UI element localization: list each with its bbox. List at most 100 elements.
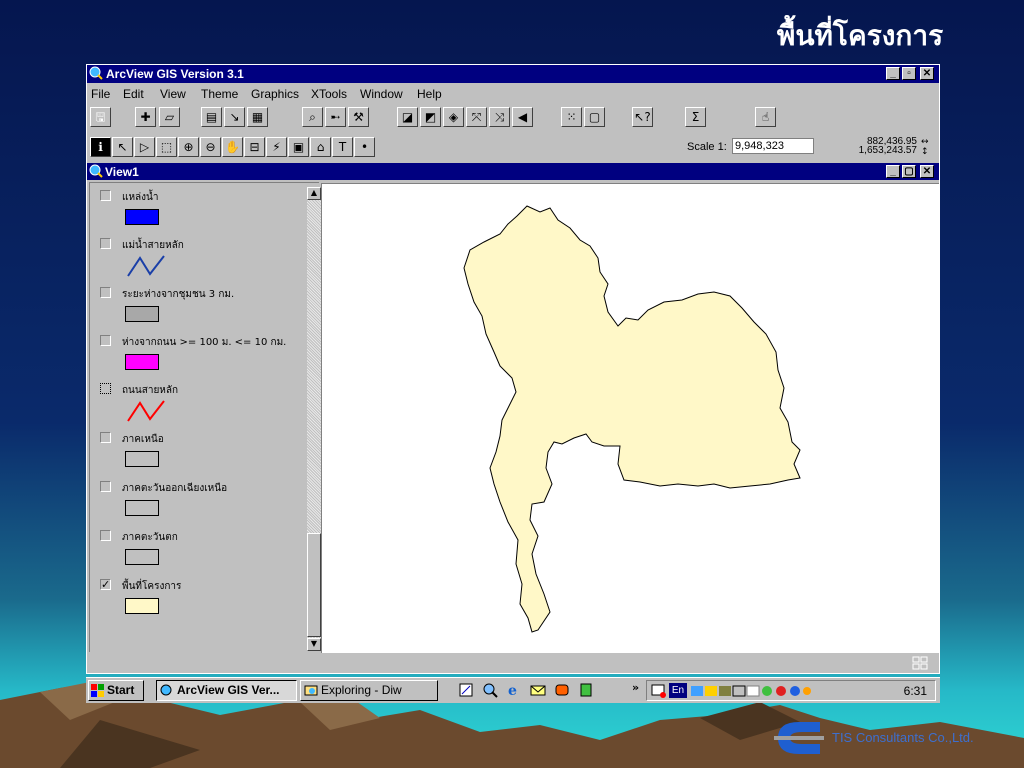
coordinate-arrows-icon: ↔ ↕ — [921, 137, 929, 157]
pan-tool-icon[interactable]: ✋ — [222, 137, 243, 157]
zoom-previous-button[interactable]: ◀ — [512, 107, 533, 127]
layer-checkbox[interactable] — [100, 335, 111, 346]
hotlink-tool-icon[interactable]: ⚡ — [266, 137, 287, 157]
area-of-interest-tool-icon[interactable]: ▣ — [288, 137, 309, 157]
line-symbol — [127, 255, 165, 277]
hotlink-button[interactable]: ☝ — [755, 107, 776, 127]
add-theme-button[interactable]: ✚ — [135, 107, 156, 127]
coord-y: 1,653,243.57 — [858, 145, 917, 156]
fill-swatch — [125, 500, 159, 516]
layer-checkbox[interactable] — [100, 287, 111, 298]
text-tool-icon[interactable]: T — [332, 137, 353, 157]
task-explorer[interactable]: Exploring - Diw — [300, 680, 438, 701]
quicklaunch-ie-icon[interactable]: e — [506, 682, 522, 699]
layer-name: ภาคเหนือ — [122, 434, 164, 445]
menu-window[interactable]: Window — [360, 87, 403, 101]
arcview-globe-icon — [89, 66, 103, 80]
identify-tool-icon[interactable]: ℹ — [90, 137, 111, 157]
vertex-edit-tool-icon[interactable]: ▷ — [134, 137, 155, 157]
layer-checkbox-checked[interactable]: ✓ — [100, 579, 111, 590]
layer-road-distance[interactable]: ห่างจากถนน >= 100 ม. <= 10 กม. — [96, 332, 296, 380]
quicklaunch-find-icon[interactable] — [482, 682, 498, 698]
layer-north-region[interactable]: ภาคเหนือ — [96, 429, 296, 477]
zoom-out-tool-icon[interactable]: ⊖ — [200, 137, 221, 157]
view-titlebar[interactable]: View1 _ ▢ ✕ — [87, 163, 939, 180]
fill-swatch — [125, 209, 159, 225]
layer-community-buffer[interactable]: ระยะห่างจากชุมชน 3 กม. — [96, 284, 296, 332]
zoom-in-tool-icon[interactable]: ⊕ — [178, 137, 199, 157]
menu-graphics[interactable]: Graphics — [251, 87, 299, 101]
menu-theme[interactable]: Theme — [201, 87, 238, 101]
menu-xtools[interactable]: XTools — [311, 87, 347, 101]
zoom-out-button[interactable]: ⤨ — [489, 107, 510, 127]
map-display[interactable] — [321, 183, 939, 653]
taskbar-overflow-icon[interactable]: » — [632, 681, 639, 694]
restore-button[interactable]: ▫ — [902, 67, 916, 80]
task-arcview[interactable]: ArcView GIS Ver... — [156, 680, 297, 701]
language-indicator[interactable]: En — [669, 683, 687, 698]
quicklaunch-channel-icon[interactable] — [554, 682, 570, 698]
zoom-in-button[interactable]: ⤧ — [466, 107, 487, 127]
open-table-button[interactable]: ▦ — [247, 107, 268, 127]
view-minimize-button[interactable]: _ — [886, 165, 900, 178]
menu-view[interactable]: View — [160, 87, 186, 101]
layer-checkbox[interactable] — [100, 238, 111, 249]
menu-edit[interactable]: Edit — [123, 87, 144, 101]
layer-west-region[interactable]: ภาคตะวันตก — [96, 527, 296, 575]
measure-tool-icon[interactable]: ⊟ — [244, 137, 265, 157]
menu-file[interactable]: File — [91, 87, 110, 101]
view-title: View1 — [105, 165, 139, 179]
scroll-thumb[interactable] — [307, 533, 321, 637]
quicklaunch-app-icon[interactable] — [578, 682, 594, 698]
layer-checkbox[interactable] — [100, 530, 111, 541]
layer-checkbox[interactable] — [100, 190, 111, 201]
layer-checkbox[interactable] — [100, 481, 111, 492]
view-close-button[interactable]: ✕ — [920, 165, 934, 178]
edit-legend-button[interactable]: ↘ — [224, 107, 245, 127]
layer-water-bodies[interactable]: แหล่งน้ำ — [96, 187, 296, 235]
layer-project-area[interactable]: ✓ พื้นที่โครงการ — [96, 576, 296, 624]
fill-swatch — [125, 598, 159, 614]
fill-swatch — [125, 451, 159, 467]
pointer-tool-icon[interactable]: ↖ — [112, 137, 133, 157]
taskbar-clock: 6:31 — [903, 684, 927, 698]
legend-scrollbar[interactable]: ▲ ▼ — [307, 187, 321, 651]
draw-point-tool-icon[interactable]: • — [354, 137, 375, 157]
minimize-button[interactable]: _ — [886, 67, 900, 80]
scale-input[interactable]: 9,948,323 — [732, 138, 814, 154]
layer-checkbox[interactable] — [100, 432, 111, 443]
query-builder-button[interactable]: ⚒ — [348, 107, 369, 127]
close-button[interactable]: ✕ — [920, 67, 934, 80]
resize-grip-icon[interactable] — [912, 656, 928, 670]
save-project-button[interactable]: 🖫 — [90, 107, 111, 127]
scroll-up-button[interactable]: ▲ — [307, 187, 321, 200]
layer-main-rivers[interactable]: แม่น้ำสายหลัก — [96, 235, 296, 283]
summarize-button[interactable]: Σ — [685, 107, 706, 127]
layer-checkbox[interactable] — [100, 383, 111, 394]
label-tool-icon[interactable]: ⌂ — [310, 137, 331, 157]
zoom-to-themes-button[interactable]: ◩ — [420, 107, 441, 127]
help-button[interactable]: ↖? — [632, 107, 653, 127]
zoom-full-extent-button[interactable]: ◪ — [397, 107, 418, 127]
app-titlebar[interactable]: ArcView GIS Version 3.1 _ ▫ ✕ — [87, 65, 939, 83]
start-button[interactable]: Start — [88, 680, 144, 701]
theme-on-off-button[interactable]: ▱ — [159, 107, 180, 127]
quicklaunch-desktop-icon[interactable] — [458, 682, 474, 698]
scroll-down-button[interactable]: ▼ — [307, 638, 321, 651]
status-bar — [87, 653, 939, 673]
select-by-theme-button[interactable]: ⁙ — [561, 107, 582, 127]
select-feature-tool-icon[interactable]: ⬚ — [156, 137, 177, 157]
theme-properties-button[interactable]: ▤ — [201, 107, 222, 127]
clear-selection-button[interactable]: ▢ — [584, 107, 605, 127]
view-maximize-button[interactable]: ▢ — [902, 165, 916, 178]
layer-main-roads[interactable]: ถนนสายหลัก — [96, 380, 296, 428]
tray-network-icon[interactable] — [651, 683, 667, 699]
tray-icons[interactable] — [691, 683, 811, 699]
menu-help[interactable]: Help — [417, 87, 442, 101]
find-button[interactable]: ⌕ — [302, 107, 323, 127]
quicklaunch-mail-icon[interactable] — [530, 682, 546, 698]
zoom-to-selected-button[interactable]: ◈ — [443, 107, 464, 127]
coordinate-readout: 882,436.95 1,653,243.57 — [847, 137, 917, 156]
layer-northeast-region[interactable]: ภาคตะวันออกเฉียงเหนือ — [96, 478, 296, 526]
locate-address-button[interactable]: ➸ — [325, 107, 346, 127]
